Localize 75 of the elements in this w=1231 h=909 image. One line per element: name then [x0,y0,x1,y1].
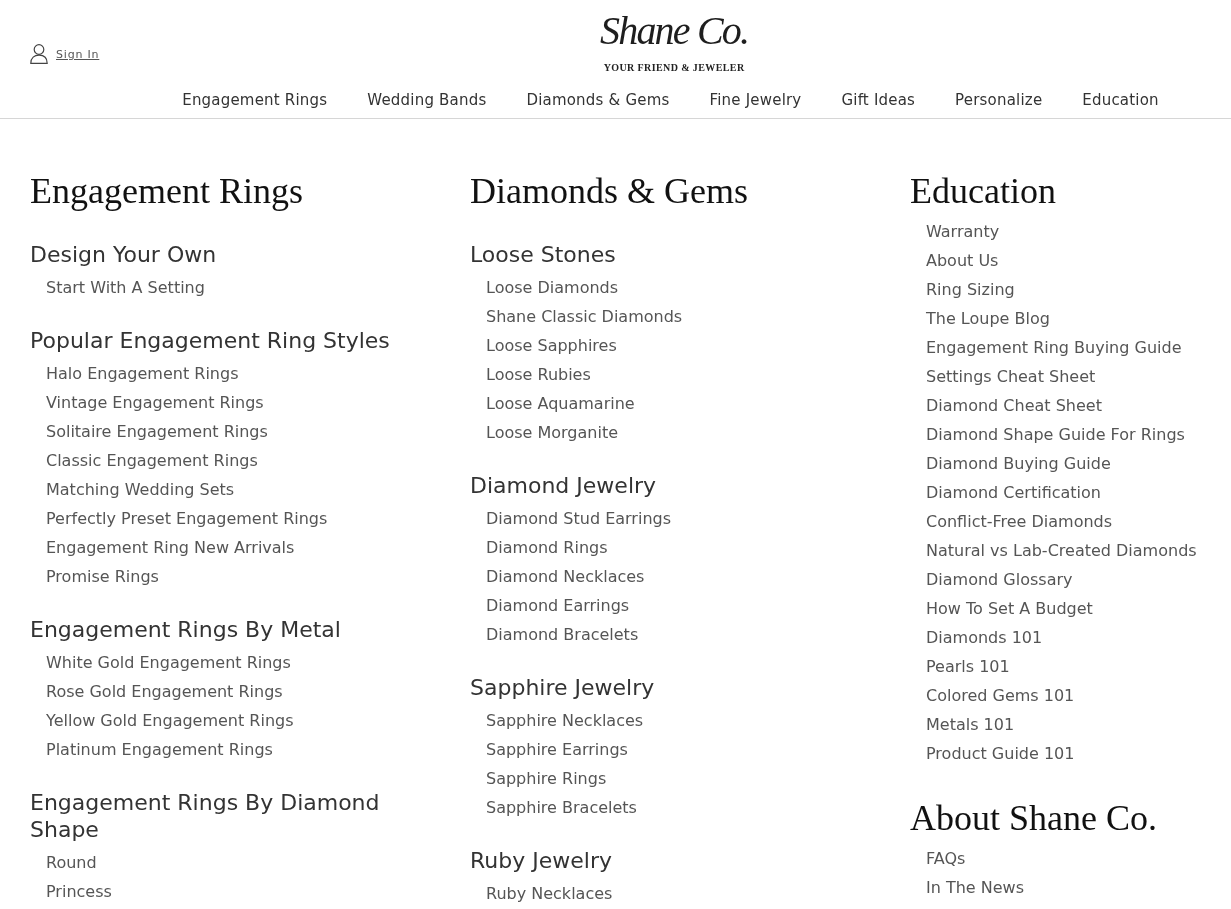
menu-link[interactable]: Diamond Buying Guide [926,449,1111,478]
menu-link[interactable]: The Loupe Blog [926,304,1050,333]
menu-link[interactable]: White Gold Engagement Rings [46,648,291,677]
category-link[interactable]: Diamond Jewelry [470,472,657,499]
menu-link[interactable]: Engagement Ring Buying Guide [926,333,1182,362]
menu-link[interactable]: Sapphire Rings [486,764,607,793]
menu-link[interactable]: Conflict-Free Diamonds [926,507,1113,536]
menu-link[interactable]: Diamond Rings [486,533,608,562]
menu-link[interactable]: Diamond Cheat Sheet [926,391,1102,420]
category-link[interactable]: Design Your Own [30,241,217,268]
menu-link[interactable]: Sapphire Earrings [486,735,628,764]
category-link[interactable]: Sapphire Jewelry [470,674,655,701]
menu-link[interactable]: Sapphire Necklaces [486,706,644,735]
menu-link[interactable]: Settings Cheat Sheet [926,362,1096,391]
menu-link[interactable]: Platinum Engagement Rings [46,735,273,764]
nav-link[interactable]: Engagement Rings [182,91,328,109]
nav-link[interactable]: Diamonds & Gems [526,91,670,109]
nav-link[interactable]: Gift Ideas [841,91,916,109]
sign-in-link[interactable]: Sign In [30,44,100,64]
menu-link[interactable]: Loose Diamonds [486,273,619,302]
menu-link[interactable]: Colored Gems 101 [926,681,1075,710]
menu-link[interactable]: Halo Engagement Rings [46,359,239,388]
menu-link[interactable]: Loose Rubies [486,360,591,389]
menu-link[interactable]: Natural vs Lab-Created Diamonds [926,536,1197,565]
menu-link[interactable]: Metals 101 [926,710,1015,739]
user-icon [30,44,48,64]
menu-link[interactable]: Start With A Setting [46,273,205,302]
logo-wordmark[interactable]: Shane Co. [600,6,749,56]
column-heading: Engagement Rings [30,170,303,213]
nav-link[interactable]: Wedding Bands [367,91,487,109]
menu-link[interactable]: Loose Morganite [486,418,619,447]
menu-link[interactable]: Yellow Gold Engagement Rings [46,706,294,735]
menu-link[interactable]: Diamond Necklaces [486,562,645,591]
menu-link[interactable]: How To Set A Budget [926,594,1093,623]
menu-link[interactable]: In The News [926,873,1025,902]
menu-link[interactable]: Engagement Ring New Arrivals [46,533,295,562]
menu-link[interactable]: Round [46,848,97,877]
column-heading: Education [910,170,1056,213]
menu-link[interactable]: Matching Wedding Sets [46,475,235,504]
column-heading: Diamonds & Gems [470,170,748,213]
menu-link[interactable]: Shane Classic Diamonds [486,302,683,331]
menu-link[interactable]: Loose Sapphires [486,331,617,360]
category-link[interactable]: Ruby Jewelry [470,847,612,874]
menu-link[interactable]: Pearls 101 [926,652,1010,681]
menu-link[interactable]: Diamond Glossary [926,565,1073,594]
category-link[interactable]: Engagement Rings By Metal [30,616,341,643]
logo-tagline: YOUR FRIEND & JEWELER [603,62,745,74]
menu-link[interactable]: Diamond Certification [926,478,1101,507]
menu-link[interactable]: Ring Sizing [926,275,1015,304]
menu-link[interactable]: Diamond Earrings [486,591,630,620]
menu-link[interactable]: FAQs [926,844,966,873]
column-heading: About Shane Co. [910,797,1157,840]
category-link[interactable]: Popular Engagement Ring Styles [30,327,390,354]
menu-link[interactable]: Diamonds 101 [926,623,1043,652]
menu-link[interactable]: Ruby Necklaces [486,879,613,908]
menu-link[interactable]: Perfectly Preset Engagement Rings [46,504,328,533]
menu-link[interactable]: Diamond Shape Guide For Rings [926,420,1185,449]
menu-link[interactable]: Diamond Stud Earrings [486,504,671,533]
nav-link[interactable]: Education [1082,91,1159,109]
nav-link[interactable]: Fine Jewelry [709,91,802,109]
category-link[interactable]: Loose Stones [470,241,616,268]
menu-link[interactable]: Diamond Bracelets [486,620,639,649]
menu-link[interactable]: Promise Rings [46,562,159,591]
menu-link[interactable]: Warranty [926,217,1000,246]
category-link[interactable]: Engagement Rings By Diamond Shape [30,789,430,843]
menu-link[interactable]: Princess [46,877,112,906]
menu-link[interactable]: Vintage Engagement Rings [46,388,264,417]
menu-link[interactable]: Sapphire Bracelets [486,793,637,822]
menu-link[interactable]: About Us [926,246,999,275]
menu-link[interactable]: Classic Engagement Rings [46,446,258,475]
menu-link[interactable]: Rose Gold Engagement Rings [46,677,283,706]
nav-link[interactable]: Personalize [955,91,1043,109]
menu-link[interactable]: Solitaire Engagement Rings [46,417,268,446]
menu-link[interactable]: Loose Aquamarine [486,389,635,418]
menu-link[interactable]: Product Guide 101 [926,739,1075,768]
